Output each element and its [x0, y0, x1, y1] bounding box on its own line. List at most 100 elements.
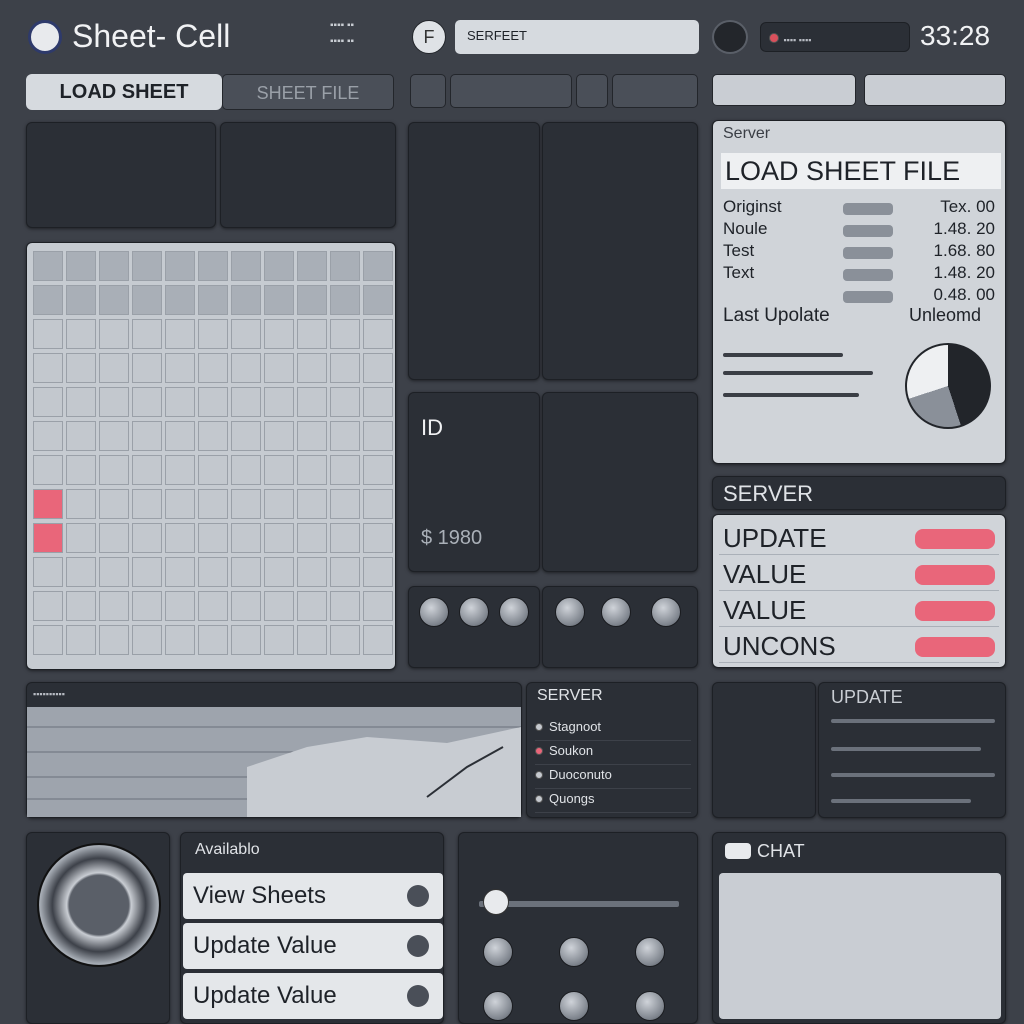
- sheet-cell[interactable]: [363, 625, 393, 655]
- sheet-cell[interactable]: [99, 625, 129, 655]
- sheet-cell[interactable]: [33, 489, 63, 519]
- sheet-cell[interactable]: [132, 523, 162, 553]
- sheet-cell[interactable]: [99, 387, 129, 417]
- sheet-cell[interactable]: [132, 489, 162, 519]
- load-sheet-button[interactable]: LOAD SHEET: [26, 74, 222, 110]
- sheet-cell[interactable]: [231, 523, 261, 553]
- sheet-cell[interactable]: [66, 319, 96, 349]
- available-item[interactable]: Update Value: [183, 973, 443, 1019]
- sheet-cell[interactable]: [66, 251, 96, 281]
- sheet-cell[interactable]: [198, 353, 228, 383]
- sheet-cell[interactable]: [363, 251, 393, 281]
- sheet-cell[interactable]: [231, 591, 261, 621]
- font-icon[interactable]: F: [412, 20, 446, 54]
- sheet-cell[interactable]: [363, 387, 393, 417]
- sheet-cell[interactable]: [330, 387, 360, 417]
- sheet-grid[interactable]: [26, 242, 396, 670]
- sheet-cell[interactable]: [264, 455, 294, 485]
- sheet-cell[interactable]: [33, 387, 63, 417]
- sheet-cell[interactable]: [132, 557, 162, 587]
- server-list-item[interactable]: Quongs: [535, 791, 691, 813]
- sheet-cell[interactable]: [99, 523, 129, 553]
- sheet-cell[interactable]: [330, 625, 360, 655]
- sheet-cell[interactable]: [231, 319, 261, 349]
- sheet-cell[interactable]: [330, 353, 360, 383]
- sheet-cell[interactable]: [363, 489, 393, 519]
- sheet-cell[interactable]: [198, 557, 228, 587]
- sheet-cell[interactable]: [132, 591, 162, 621]
- knob-6[interactable]: [651, 597, 681, 627]
- sheet-cell[interactable]: [231, 557, 261, 587]
- toolbar-btn-c[interactable]: [712, 74, 856, 106]
- server-action-toggle[interactable]: [915, 637, 995, 657]
- sheet-cell[interactable]: [264, 421, 294, 451]
- sheet-cell[interactable]: [330, 489, 360, 519]
- server-action-row[interactable]: UPDATE: [719, 523, 999, 555]
- sheet-cell[interactable]: [165, 387, 195, 417]
- sheet-cell[interactable]: [264, 591, 294, 621]
- sheet-cell[interactable]: [330, 523, 360, 553]
- knob-1[interactable]: [419, 597, 449, 627]
- sheet-cell[interactable]: [330, 319, 360, 349]
- sheet-cell[interactable]: [198, 625, 228, 655]
- sheet-cell[interactable]: [264, 387, 294, 417]
- sheet-cell[interactable]: [33, 591, 63, 621]
- server-action-row[interactable]: UNCONS: [719, 631, 999, 663]
- sheet-cell[interactable]: [165, 251, 195, 281]
- timeline-chart[interactable]: [27, 707, 521, 817]
- sheet-cell[interactable]: [363, 591, 393, 621]
- sheet-cell[interactable]: [165, 591, 195, 621]
- sheet-cell[interactable]: [99, 557, 129, 587]
- sheet-cell[interactable]: [66, 557, 96, 587]
- user-badge[interactable]: ▪▪▪▪ ▪▪▪▪: [760, 22, 910, 52]
- sheet-cell[interactable]: [264, 625, 294, 655]
- toolbar-select[interactable]: [450, 74, 572, 108]
- sheet-cell[interactable]: [330, 591, 360, 621]
- search-input[interactable]: SERFEET: [455, 20, 699, 54]
- sheet-cell[interactable]: [297, 489, 327, 519]
- sheet-cell[interactable]: [165, 523, 195, 553]
- sheet-cell[interactable]: [198, 421, 228, 451]
- sheet-cell[interactable]: [297, 387, 327, 417]
- sheet-cell[interactable]: [165, 625, 195, 655]
- sheet-cell[interactable]: [99, 421, 129, 451]
- sheet-cell[interactable]: [99, 353, 129, 383]
- knob-11[interactable]: [559, 991, 589, 1021]
- sheet-cell[interactable]: [99, 455, 129, 485]
- knob-4[interactable]: [555, 597, 585, 627]
- server-list-item[interactable]: Duoconuto: [535, 767, 691, 789]
- sheet-cell[interactable]: [99, 285, 129, 315]
- sheet-cell[interactable]: [297, 319, 327, 349]
- sheet-cell[interactable]: [330, 557, 360, 587]
- knob-10[interactable]: [483, 991, 513, 1021]
- sheet-cell[interactable]: [132, 387, 162, 417]
- grid-toggle-icon[interactable]: [410, 74, 446, 108]
- sheet-cell[interactable]: [264, 523, 294, 553]
- sheet-cell[interactable]: [231, 625, 261, 655]
- server-list-item[interactable]: Stagnoot: [535, 719, 691, 741]
- sheet-cell[interactable]: [99, 319, 129, 349]
- camera-icon[interactable]: [712, 20, 748, 54]
- knob-8[interactable]: [559, 937, 589, 967]
- sheet-cell[interactable]: [264, 353, 294, 383]
- sheet-cell[interactable]: [66, 625, 96, 655]
- sheet-cell[interactable]: [66, 523, 96, 553]
- sheet-cell[interactable]: [198, 455, 228, 485]
- server-action-toggle[interactable]: [915, 601, 995, 621]
- sheet-cell[interactable]: [231, 251, 261, 281]
- sheet-cell[interactable]: [363, 455, 393, 485]
- sheet-cell[interactable]: [330, 251, 360, 281]
- sheet-cell[interactable]: [363, 319, 393, 349]
- sheet-cell[interactable]: [33, 353, 63, 383]
- sheet-cell[interactable]: [363, 523, 393, 553]
- sheet-cell[interactable]: [264, 557, 294, 587]
- sheet-cell[interactable]: [297, 591, 327, 621]
- sheet-cell[interactable]: [165, 353, 195, 383]
- sheet-cell[interactable]: [33, 421, 63, 451]
- sheet-cell[interactable]: [231, 455, 261, 485]
- knob-7[interactable]: [483, 937, 513, 967]
- server-action-toggle[interactable]: [915, 529, 995, 549]
- sheet-cell[interactable]: [132, 353, 162, 383]
- dial-knob[interactable]: [37, 843, 161, 967]
- sheet-cell[interactable]: [132, 319, 162, 349]
